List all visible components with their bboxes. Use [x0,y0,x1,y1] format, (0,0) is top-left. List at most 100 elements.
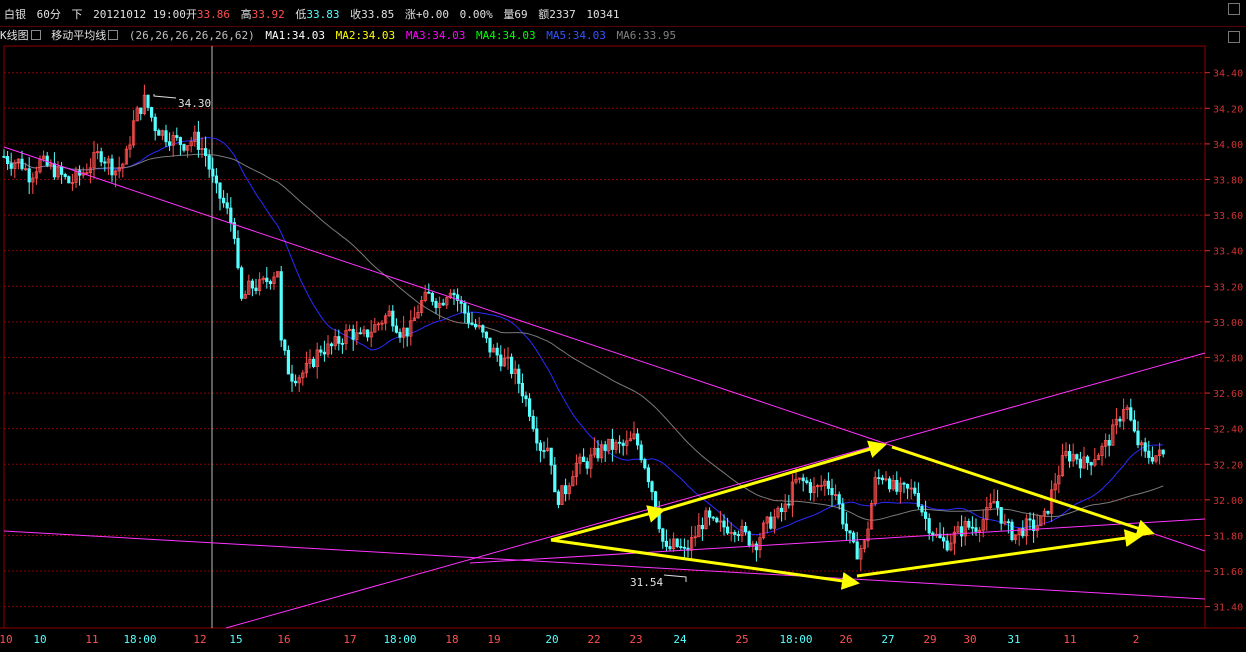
trend-lines [3,146,1206,629]
low-marker [663,574,687,582]
y-tick-label: 32.80 [1213,353,1243,364]
candle-body [405,327,409,337]
candle-body [311,358,316,367]
x-tick-label: 31 [1007,633,1020,646]
candle-body [239,267,244,299]
chart-frame [0,45,1246,629]
candle-body [481,325,485,333]
candle-body [639,444,643,461]
candle-body [358,332,363,335]
candle-body [805,480,809,483]
candle-body [906,483,910,489]
candle-body [675,538,679,547]
candle-body [646,467,651,483]
candle-body [268,281,273,284]
candle-body [434,300,438,309]
candle-body [747,531,751,546]
candle-body [139,107,143,114]
candle-body [553,464,557,493]
candle-body [844,523,849,532]
candle-body [902,482,906,485]
candle-body [535,428,539,444]
candle-body [715,517,719,523]
candle-body [182,144,186,151]
candle-body [945,540,949,551]
candle-body [1129,407,1133,421]
candle-body [265,277,269,282]
candle-body [621,442,625,446]
candle-body [1118,418,1122,422]
candle-body [682,546,687,549]
candle-body [970,526,975,529]
candle-body [322,351,327,355]
candle-body [236,238,240,269]
x-tick-label: 17 [343,633,356,646]
candle-body [927,518,931,534]
pattern-arrows [550,440,1155,590]
candle-body [52,163,57,178]
candle-body [679,546,683,548]
y-tick-label: 33.20 [1213,282,1243,293]
x-tick-label: 22 [587,633,600,646]
candle-body [394,325,399,333]
candle-body [643,459,647,469]
candle-body [218,182,222,199]
candle-body [664,540,669,547]
candle-body [654,491,658,509]
candle-body [754,543,759,551]
x-tick-label: 11 [85,633,98,646]
candle-body [1086,456,1090,463]
candle-body [538,442,543,451]
candle-body [484,331,489,339]
annotations: 34.30 31.54 [153,94,687,589]
candle-body [780,507,784,513]
candle-body [211,168,215,177]
pattern-arrow [891,445,1155,537]
candle-body [596,447,600,459]
candle-body [920,506,924,513]
candle-body [1150,457,1154,462]
y-axis: 34.40 34.20 34.00 33.80 33.60 33.40 33.20 33.00… [1205,69,1243,614]
x-tick-label: 18 [445,633,458,646]
y-tick-label: 31.40 [1213,603,1243,614]
candle-body [700,524,705,530]
candle-body [520,383,525,397]
candle-body [509,356,514,374]
candle-body [736,534,741,537]
candle-body [167,141,172,146]
candle-body [20,158,24,170]
candle-body [365,329,370,338]
pattern-arrow [856,529,1143,578]
candle-body [207,155,211,170]
candlestick-chart[interactable]: 34.40 34.20 34.00 33.80 33.60 33.40 33.20 33.00… [0,0,1246,652]
candle-body [837,494,841,505]
pattern-arrow [550,505,666,542]
x-tick-label: 18:00 [779,633,812,646]
candle-body [888,478,892,490]
candle-body [463,303,467,314]
x-tick-label: 25 [735,633,748,646]
candle-body [808,482,813,494]
high-marker [153,94,177,99]
candle-body [214,175,218,184]
candle-body [1107,440,1111,446]
low-annotation: 31.54 [630,576,663,589]
candle-body [1075,454,1079,460]
candle-body [848,530,852,534]
candles[interactable] [2,84,1165,571]
candle-body [293,380,298,384]
candle-body [149,107,154,118]
candle-body [1161,449,1165,455]
candle-body [769,516,773,529]
y-tick-label: 33.00 [1213,318,1243,329]
candle-body [279,271,283,341]
candle-body [103,161,107,164]
candle-body [787,503,791,506]
candle-body [6,156,10,165]
candle-body [542,450,546,452]
candle-body [157,130,161,136]
candle-body [618,441,622,444]
candle-body [996,501,1000,508]
candle-body [473,323,478,328]
candle-body [1132,419,1136,432]
